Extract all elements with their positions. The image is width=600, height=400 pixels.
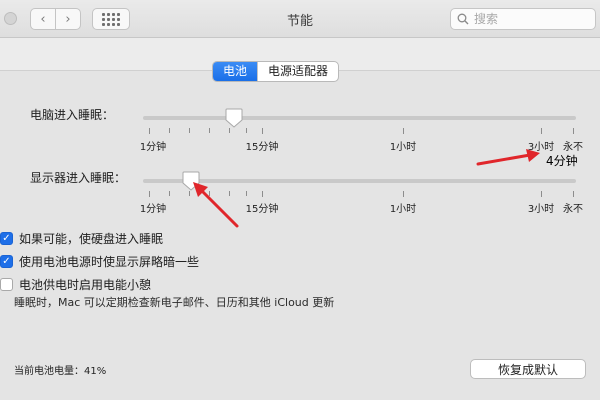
annotation-arrow-right: [476, 149, 540, 166]
annotation-arrow-up: [193, 182, 239, 228]
annotation-arrows: [193, 149, 540, 228]
